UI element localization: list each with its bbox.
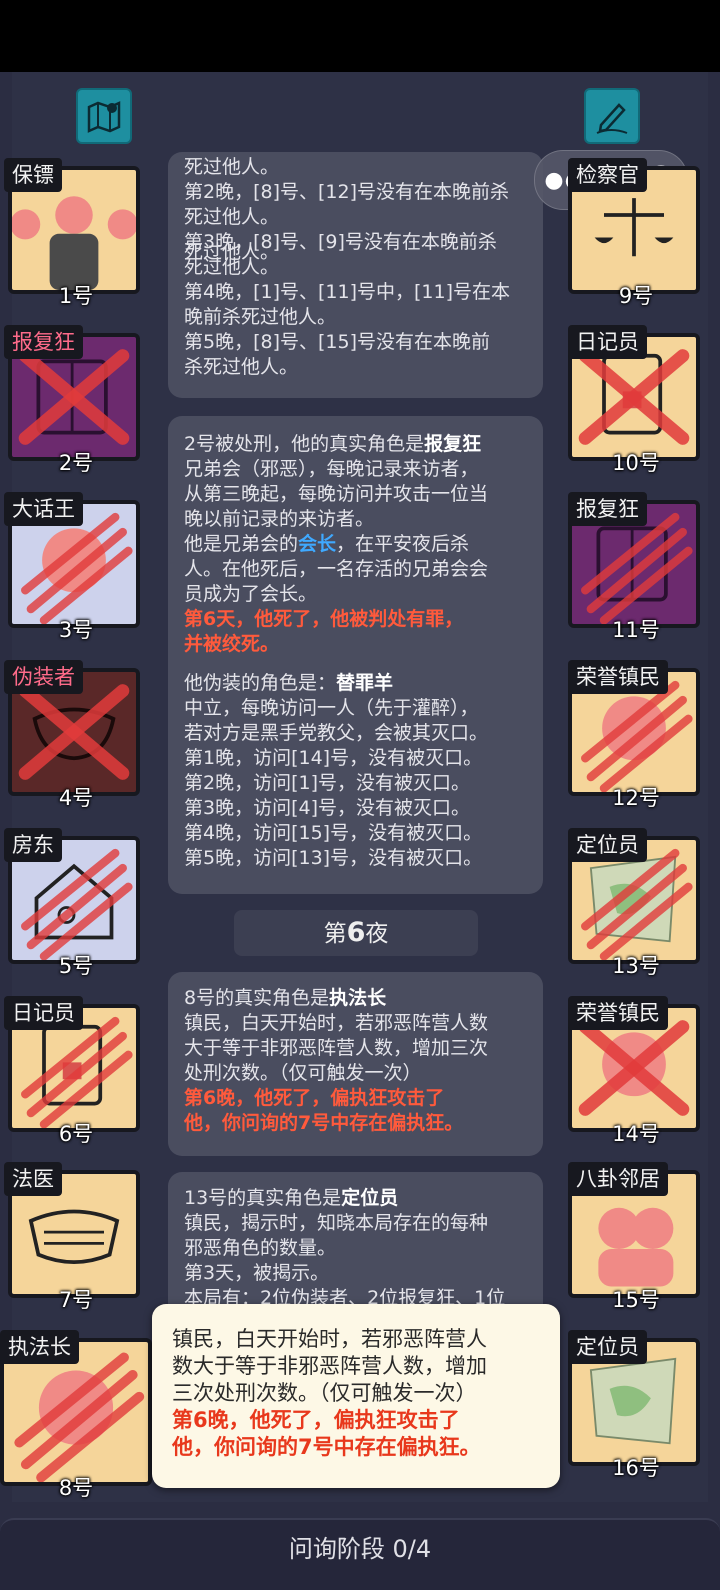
night-number: 6 — [346, 917, 366, 948]
role-label: 报复狂 — [568, 492, 647, 526]
death-note: 第6天，他死了，他被判处有罪， — [184, 608, 464, 630]
seat-number: 16号 — [612, 1456, 660, 1480]
log-line: 处刑次数。（仅可触发一次） — [184, 1062, 422, 1084]
seat-number: 6号 — [58, 1122, 94, 1146]
log-line: 第3晚，访问[4]号，没有被灭口。 — [184, 797, 471, 819]
log-line: 杀死过他人。 — [184, 356, 299, 378]
seat-number: 1号 — [58, 284, 94, 308]
pen-icon — [596, 103, 628, 134]
seat-number: 7号 — [58, 1288, 94, 1312]
seat-number: 11号 — [612, 618, 660, 642]
log-line: 第2晚，访问[1]号，没有被灭口。 — [184, 772, 471, 794]
seat-number: 10号 — [612, 451, 660, 475]
role-label: 荣誉镇民 — [568, 660, 668, 694]
popup-line: 数大于等于非邪恶阵营人数，增加 — [172, 1354, 487, 1378]
role-label: 荣誉镇民 — [568, 996, 668, 1030]
popup-line: 镇民，白天开始时，若邪恶阵营人 — [172, 1327, 487, 1351]
map-button[interactable] — [76, 88, 132, 144]
seat-number: 15号 — [612, 1288, 660, 1312]
log-text: 13号的真实角色是 — [184, 1187, 342, 1209]
role-label: 伪装者 — [4, 660, 83, 694]
log-line: 死过他人。 — [184, 156, 280, 178]
log-line: 第1晚，访问[14]号，没有被灭口。 — [184, 747, 483, 769]
death-note: 他，你问询的7号中存在偏执狂。 — [184, 1112, 464, 1134]
seat-number: 9号 — [618, 284, 654, 308]
role-detail-popup[interactable]: 镇民，白天开始时，若邪恶阵营人 数大于等于非邪恶阵营人数，增加 三次处刑次数。（… — [152, 1304, 560, 1488]
log-line: 第4晚，[1]号、[11]号中，[11]号在本 — [184, 281, 511, 303]
seat-number: 2号 — [58, 451, 94, 475]
night-header: 第6夜 — [234, 910, 478, 956]
log-text: 2号被处刑，他的真实角色是 — [184, 433, 425, 455]
log-line: 第2晚，[8]号、[12]号没有在本晚前杀 — [184, 181, 510, 203]
log-line: 镇民，揭示时，知晓本局存在的每种 — [184, 1212, 489, 1234]
seat-number: 3号 — [58, 618, 94, 642]
log-line: 第3天，被揭示。 — [184, 1262, 330, 1284]
night-suffix: 夜 — [365, 921, 389, 947]
role-label: 报复狂 — [4, 325, 83, 359]
log-text: 他伪装的角色是： — [184, 672, 337, 694]
log-line: 员成为了会长。 — [184, 583, 318, 605]
role-name: 执法长 — [329, 987, 387, 1009]
log-line: 第5晚，[8]号、[15]号没有在本晚前 — [184, 331, 491, 353]
map-icon — [87, 101, 121, 133]
leader-keyword[interactable]: 会长 — [298, 533, 336, 555]
role-label: 保镖 — [4, 158, 62, 192]
status-bar — [0, 0, 720, 72]
death-note: 第6晚，他死了，偏执狂攻击了 — [184, 1087, 445, 1109]
death-note: 并被绞死。 — [184, 633, 280, 655]
role-label: 定位员 — [568, 1330, 647, 1364]
seat-number: 12号 — [612, 786, 660, 810]
seat-number: 13号 — [612, 954, 660, 978]
role-label: 定位员 — [568, 828, 647, 862]
log-line: 第4晚，访问[15]号，没有被灭口。 — [184, 822, 483, 844]
log-line: 第3晚，[8]号、[9]号没有在本晚前杀 — [184, 231, 497, 253]
log-line: 晚以前记录的来访者。 — [184, 508, 375, 530]
night-prefix: 第 — [323, 921, 347, 947]
popup-line: 三次处刑次数。（仅可触发一次） — [172, 1381, 477, 1405]
role-label: 大话王 — [4, 492, 83, 526]
log-line: 兄弟会（邪恶），每晚记录来访者， — [184, 458, 479, 480]
log-text: 他是兄弟会的 — [184, 533, 299, 555]
log-line: 死过他人。 — [184, 206, 280, 228]
notes-button[interactable] — [584, 88, 640, 144]
seat-number: 8号 — [58, 1476, 94, 1500]
role-label: 检察官 — [568, 158, 647, 192]
phase-label: 问询阶段 0/4 — [288, 1535, 432, 1563]
log-line: 邪恶角色的数量。 — [184, 1237, 337, 1259]
popup-death-note: 他，你问询的7号中存在偏执狂。 — [172, 1435, 481, 1459]
log-message-reveal-8: 8号的真实角色是执法长 镇民，白天开始时，若邪恶阵营人数 大于等于非邪恶阵营人数… — [168, 972, 543, 1156]
popup-death-note: 第6晚，他死了，偏执狂攻击了 — [172, 1408, 460, 1432]
seat-number: 5号 — [58, 954, 94, 978]
log-line: 镇民，白天开始时，若邪恶阵营人数 — [184, 1012, 489, 1034]
role-name: 报复狂 — [424, 433, 482, 455]
seat-number: 4号 — [58, 786, 94, 810]
role-label: 法医 — [4, 1162, 62, 1196]
log-line: 若对方是黑手党教父，会被其灭口。 — [184, 722, 489, 744]
log-line: 人。在他死后，一名存活的兄弟会会 — [184, 558, 489, 580]
log-text: ，在平安夜后杀 — [336, 533, 470, 555]
event-log[interactable]: 死过他人。 死过他人。 第2晚，[8]号、[12]号没有在本晚前杀 死过他人。 … — [168, 72, 544, 1502]
log-line: 中立，每晚访问一人（先于灌醉）， — [184, 697, 479, 719]
role-label: 八卦邻居 — [568, 1162, 668, 1196]
log-line: 死过他人。 — [184, 256, 280, 278]
role-label: 房东 — [4, 828, 62, 862]
role-name: 定位员 — [341, 1187, 399, 1209]
log-message-execution: 2号被处刑，他的真实角色是报复狂 兄弟会（邪恶），每晚记录来访者， 从第三晚起，… — [168, 416, 543, 894]
log-message-kill-checks-text: 死过他人。 第2晚，[8]号、[12]号没有在本晚前杀 死过他人。 第3晚，[8… — [168, 152, 543, 398]
log-line: 第5晚，访问[13]号，没有被灭口。 — [184, 847, 483, 869]
role-label: 日记员 — [4, 996, 83, 1030]
log-line: 大于等于非邪恶阵营人数，增加三次 — [184, 1037, 489, 1059]
role-name: 替罪羊 — [336, 672, 394, 694]
log-line: 晚前杀死过他人。 — [184, 306, 337, 328]
role-label: 日记员 — [568, 325, 647, 359]
seat-number: 14号 — [612, 1122, 660, 1146]
log-text: 8号的真实角色是 — [184, 987, 330, 1009]
log-line: 从第三晚起，每晚访问并攻击一位当 — [184, 483, 489, 505]
role-label: 执法长 — [0, 1330, 79, 1364]
phase-bar[interactable]: 问询阶段 0/4 — [0, 1518, 720, 1590]
